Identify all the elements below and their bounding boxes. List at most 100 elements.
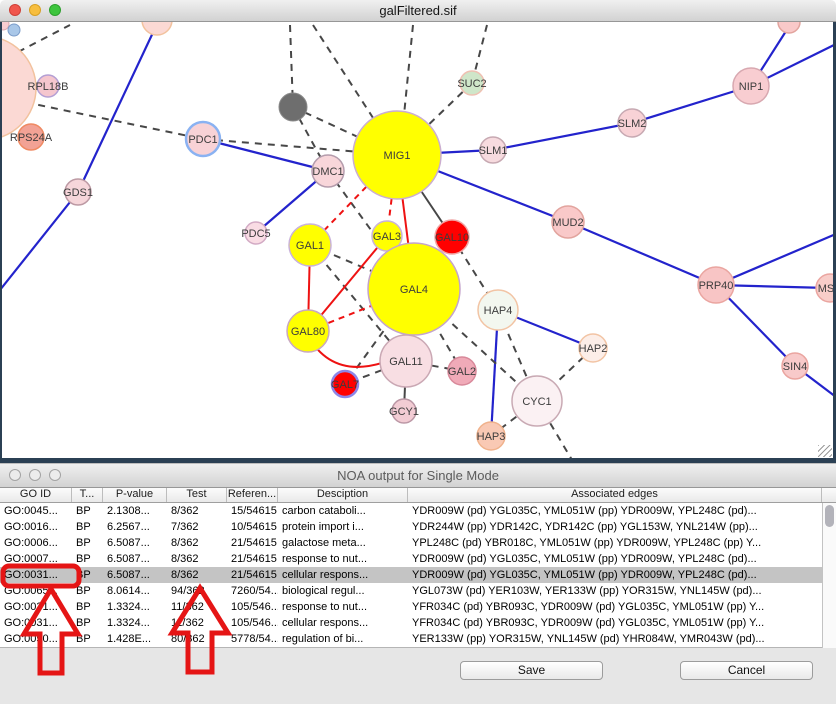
close-button[interactable] — [9, 4, 21, 16]
node-label: CYC1 — [522, 396, 551, 408]
edge-blue[interactable] — [716, 228, 836, 285]
node-gal11[interactable]: GAL11 — [380, 335, 432, 387]
table-row[interactable]: GO:0050...BP1.428E...80/3625778/54...reg… — [0, 631, 822, 647]
minimize-button[interactable] — [29, 4, 41, 16]
table-header[interactable]: GO IDT...P-valueTestReferen...Desciption… — [0, 488, 822, 503]
edge-blue[interactable] — [78, 24, 157, 192]
edge-dash[interactable] — [18, 25, 70, 52]
save-button[interactable]: Save — [460, 661, 603, 680]
node-clip-tiny-blue[interactable] — [8, 24, 20, 36]
cell-go_id: GO:0031... — [0, 567, 72, 583]
column-header-description[interactable]: Desciption — [278, 488, 408, 502]
node-gal2[interactable]: GAL2 — [448, 357, 476, 385]
node-slm2[interactable]: SLM2 — [618, 109, 647, 137]
cell-test: 11/362 — [167, 615, 227, 631]
cell-edges: YPL248C (pd) YBR018C, YML051W (pp) YDR00… — [408, 535, 822, 551]
cell-type: BP — [72, 551, 103, 567]
node-gal10[interactable]: GAL10 — [435, 220, 469, 254]
cell-description: regulation of bi... — [278, 631, 408, 647]
node-hap3[interactable]: HAP3 — [477, 422, 506, 450]
table-row[interactable]: GO:0031...BP1.3324...11/362105/546...res… — [0, 599, 822, 615]
node-mig1[interactable]: MIG1 — [353, 111, 441, 199]
zoom-button[interactable] — [49, 4, 61, 16]
node-gal7[interactable]: GAL7 — [331, 371, 359, 397]
window-border-left — [0, 22, 2, 463]
node-clip-top[interactable] — [142, 22, 172, 35]
vertical-scrollbar[interactable] — [822, 503, 836, 648]
cell-reference: 105/546... — [227, 599, 278, 615]
cell-test: 94/362 — [167, 583, 227, 599]
cell-edges: YFR034C (pd) YBR093C, YDR009W (pd) YGL03… — [408, 599, 822, 615]
column-header-p_value[interactable]: P-value — [103, 488, 167, 502]
scrollbar-thumb[interactable] — [825, 505, 834, 527]
cell-reference: 21/54615 — [227, 551, 278, 567]
node-cyc1[interactable]: CYC1 — [512, 376, 562, 426]
cell-description: carbon cataboli... — [278, 503, 408, 519]
table-row[interactable]: GO:0006...BP6.5087...8/36221/54615galact… — [0, 535, 822, 551]
cell-description: protein import i... — [278, 519, 408, 535]
zoom-button[interactable] — [49, 469, 61, 481]
edge-blue[interactable] — [203, 139, 328, 171]
cell-type: BP — [72, 503, 103, 519]
edge-blue[interactable] — [0, 192, 78, 290]
node-nip1[interactable]: NIP1 — [733, 68, 769, 104]
column-header-type[interactable]: T... — [72, 488, 103, 502]
cell-description: cellular respons... — [278, 615, 408, 631]
table-row[interactable]: GO:0031...BP1.3324...11/362105/546...cel… — [0, 615, 822, 631]
node-slm1[interactable]: SLM1 — [479, 137, 508, 163]
table-body[interactable]: GO:0045...BP2.1308...8/36215/54615carbon… — [0, 503, 822, 648]
node-gal4[interactable]: GAL4 — [368, 243, 460, 335]
cell-test: 80/362 — [167, 631, 227, 647]
node-label: GAL11 — [389, 356, 422, 368]
edge-blue[interactable] — [493, 123, 632, 150]
edge-blue[interactable] — [568, 222, 716, 285]
cell-description: galactose meta... — [278, 535, 408, 551]
column-header-edges[interactable]: Associated edges — [408, 488, 822, 502]
node-dmc1[interactable]: DMC1 — [312, 155, 344, 187]
node-gds1[interactable]: GDS1 — [63, 179, 93, 205]
cell-edges: YFR034C (pd) YBR093C, YDR009W (pd) YGL03… — [408, 615, 822, 631]
node-hap2[interactable]: HAP2 — [579, 334, 608, 362]
table-row[interactable]: GO:0065...BP8.0614...94/3627260/54...bio… — [0, 583, 822, 599]
cancel-button[interactable]: Cancel — [680, 661, 813, 680]
node-mud2[interactable]: MUD2 — [552, 206, 584, 238]
cell-p_value: 2.1308... — [103, 503, 167, 519]
column-header-test[interactable]: Test — [167, 488, 227, 502]
node-suc2[interactable]: SUC2 — [457, 71, 486, 95]
node-gcy1[interactable]: GCY1 — [389, 399, 419, 423]
network-titlebar[interactable]: galFiltered.sif — [0, 0, 836, 22]
node-clip-top-right[interactable] — [778, 22, 800, 33]
node-label: HAP4 — [484, 305, 513, 317]
table-row[interactable]: GO:0007...BP6.5087...8/36221/54615respon… — [0, 551, 822, 567]
cell-edges: YDR009W (pd) YGL035C, YML051W (pp) YDR00… — [408, 567, 822, 583]
network-canvas[interactable]: RPL18BRPS24AGDS1PDC1MIG1DMC1SUC2SLM1SLM2… — [0, 22, 836, 458]
cell-test: 8/362 — [167, 535, 227, 551]
table-row[interactable]: GO:0016...BP6.2567...7/36210/54615protei… — [0, 519, 822, 535]
node-label: SUC2 — [457, 78, 486, 90]
node-hap4[interactable]: HAP4 — [478, 290, 518, 330]
cell-test: 8/362 — [167, 567, 227, 583]
column-header-go_id[interactable]: GO ID — [0, 488, 72, 502]
node-gal80[interactable]: GAL80 — [287, 310, 329, 352]
table-row[interactable]: GO:0045...BP2.1308...8/36215/54615carbon… — [0, 503, 822, 519]
cell-edges: YDR244W (pp) YDR142C, YDR142C (pp) YGL15… — [408, 519, 822, 535]
node-label: GAL7 — [331, 379, 359, 391]
cell-p_value: 1.3324... — [103, 615, 167, 631]
cell-type: BP — [72, 519, 103, 535]
column-header-reference[interactable]: Referen... — [227, 488, 278, 502]
cell-test: 7/362 — [167, 519, 227, 535]
cell-reference: 15/54615 — [227, 503, 278, 519]
minimize-button[interactable] — [29, 469, 41, 481]
network-svg[interactable]: RPL18BRPS24AGDS1PDC1MIG1DMC1SUC2SLM1SLM2… — [0, 22, 836, 458]
resize-grip-icon[interactable] — [818, 445, 832, 457]
node-gal1[interactable]: GAL1 — [289, 224, 331, 266]
node-prp40[interactable]: PRP40 — [698, 267, 734, 303]
cell-reference: 7260/54... — [227, 583, 278, 599]
table-row-selected[interactable]: GO:0031...BP6.5087...8/36221/54615cellul… — [0, 567, 822, 583]
node-sin4[interactable]: SIN4 — [782, 353, 808, 379]
node-gray-node[interactable] — [279, 93, 307, 121]
close-button[interactable] — [9, 469, 21, 481]
noa-titlebar[interactable]: NOA output for Single Mode — [0, 464, 836, 488]
node-label: GAL4 — [400, 284, 428, 296]
node-pdc1[interactable]: PDC1 — [186, 122, 220, 156]
